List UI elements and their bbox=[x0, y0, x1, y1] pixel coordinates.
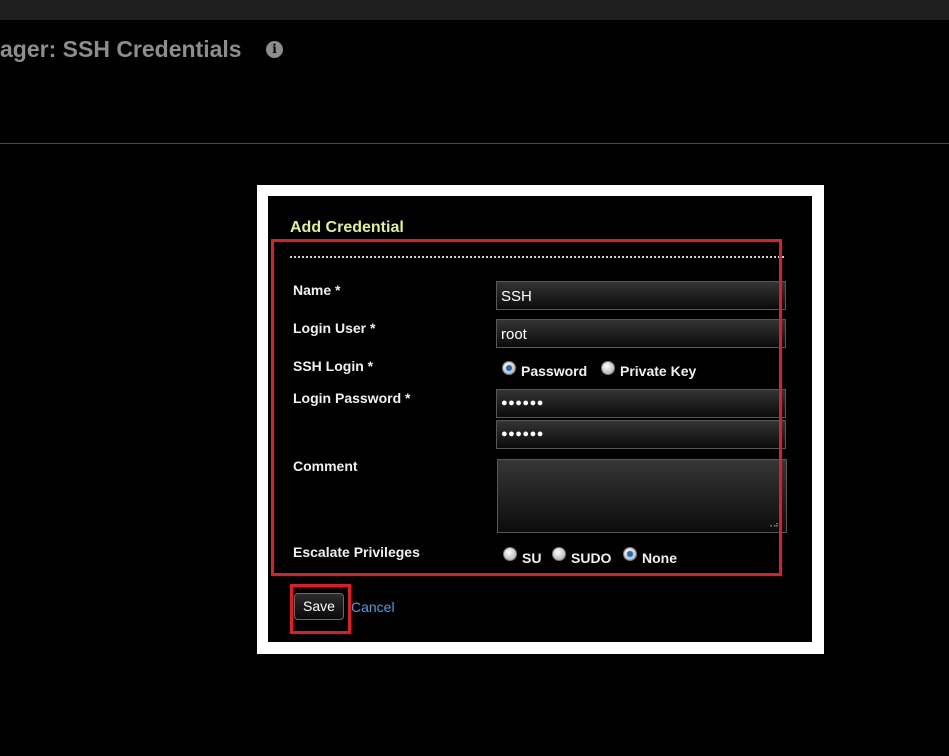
info-icon[interactable]: i bbox=[266, 41, 283, 58]
page-title: ager: SSH Credentials bbox=[0, 36, 242, 62]
header-divider bbox=[0, 143, 949, 144]
dialog-title: Add Credential bbox=[290, 219, 404, 236]
top-bar bbox=[0, 0, 949, 20]
cancel-link[interactable]: Cancel bbox=[351, 599, 395, 615]
highlight-box-save bbox=[290, 584, 351, 634]
highlight-box-form bbox=[271, 239, 782, 576]
